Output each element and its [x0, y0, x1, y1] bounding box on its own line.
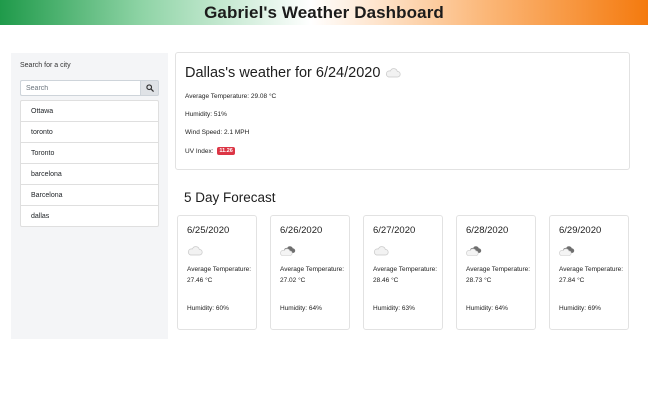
forecast-date: 6/29/2020	[559, 225, 602, 236]
current-wind-speed: Wind Speed: 2.1 MPH	[185, 129, 250, 136]
uv-index-label: UV Index:	[185, 148, 214, 155]
current-temperature: Average Temperature: 29.08 °C	[185, 93, 277, 100]
sun-cloud-icon	[559, 246, 575, 256]
forecast-humidity: Humidity: 63%	[373, 305, 415, 312]
forecast-date: 6/26/2020	[280, 225, 323, 236]
forecast-card: 6/26/2020 Average Temperature: 27.02 °C …	[270, 215, 350, 330]
search-button[interactable]	[140, 80, 159, 96]
forecast-humidity: Humidity: 69%	[559, 305, 601, 312]
header-banner: Gabriel's Weather Dashboard	[0, 0, 648, 25]
forecast-temperature-value: 27.02 °C	[280, 277, 306, 284]
sun-cloud-icon	[466, 246, 482, 256]
forecast-temperature: Average Temperature: 28.46 °C	[373, 264, 439, 286]
forecast-temperature-label: Average Temperature:	[187, 266, 252, 273]
forecast-temperature: Average Temperature: 27.84 °C	[559, 264, 625, 286]
forecast-temperature-value: 28.73 °C	[466, 277, 492, 284]
forecast-temperature: Average Temperature: 27.46 °C	[187, 264, 253, 286]
history-item[interactable]: Barcelona	[20, 184, 159, 206]
search-history-list: Ottawa toronto Toronto barcelona Barcelo…	[20, 100, 159, 227]
forecast-card: 6/27/2020 Average Temperature: 28.46 °C …	[363, 215, 443, 330]
search-label: Search for a city	[20, 62, 71, 69]
forecast-temperature-label: Average Temperature:	[559, 266, 624, 273]
forecast-card: 6/29/2020 Average Temperature: 27.84 °C …	[549, 215, 629, 330]
cloud-icon	[187, 246, 203, 256]
forecast-temperature-value: 27.84 °C	[559, 277, 585, 284]
current-weather-title: Dallas's weather for 6/24/2020	[185, 65, 381, 81]
cloud-icon	[373, 246, 389, 256]
forecast-temperature-label: Average Temperature:	[373, 266, 438, 273]
current-humidity: Humidity: 51%	[185, 111, 227, 118]
forecast-temperature-label: Average Temperature:	[466, 266, 531, 273]
current-weather-heading: Dallas's weather for 6/24/2020	[185, 65, 401, 81]
forecast-humidity: Humidity: 64%	[466, 305, 508, 312]
history-item[interactable]: toronto	[20, 121, 159, 143]
forecast-card: 6/25/2020 Average Temperature: 27.46 °C …	[177, 215, 257, 330]
page-title: Gabriel's Weather Dashboard	[204, 2, 444, 22]
forecast-temperature: Average Temperature: 27.02 °C	[280, 264, 346, 286]
forecast-temperature: Average Temperature: 28.73 °C	[466, 264, 532, 286]
forecast-humidity: Humidity: 60%	[187, 305, 229, 312]
sun-cloud-icon	[280, 246, 296, 256]
sidebar: Search for a city Ottawa toronto Toronto…	[11, 53, 168, 339]
forecast-temperature-value: 28.46 °C	[373, 277, 399, 284]
forecast-date: 6/25/2020	[187, 225, 230, 236]
forecast-title: 5 Day Forecast	[184, 190, 276, 205]
history-item[interactable]: dallas	[20, 205, 159, 227]
history-item[interactable]: Ottawa	[20, 100, 159, 122]
cloud-icon	[386, 68, 401, 78]
current-uv-index: UV Index: 11.26	[185, 147, 235, 155]
forecast-date: 6/28/2020	[466, 225, 509, 236]
uv-index-badge: 11.26	[217, 147, 235, 155]
search-input[interactable]	[20, 80, 140, 96]
forecast-date: 6/27/2020	[373, 225, 416, 236]
history-item[interactable]: barcelona	[20, 163, 159, 185]
history-item[interactable]: Toronto	[20, 142, 159, 164]
forecast-card: 6/28/2020 Average Temperature: 28.73 °C …	[456, 215, 536, 330]
current-weather-card: Dallas's weather for 6/24/2020 Average T…	[175, 52, 630, 170]
forecast-temperature-label: Average Temperature:	[280, 266, 345, 273]
forecast-humidity: Humidity: 64%	[280, 305, 322, 312]
forecast-temperature-value: 27.46 °C	[187, 277, 213, 284]
search-icon	[145, 84, 154, 92]
